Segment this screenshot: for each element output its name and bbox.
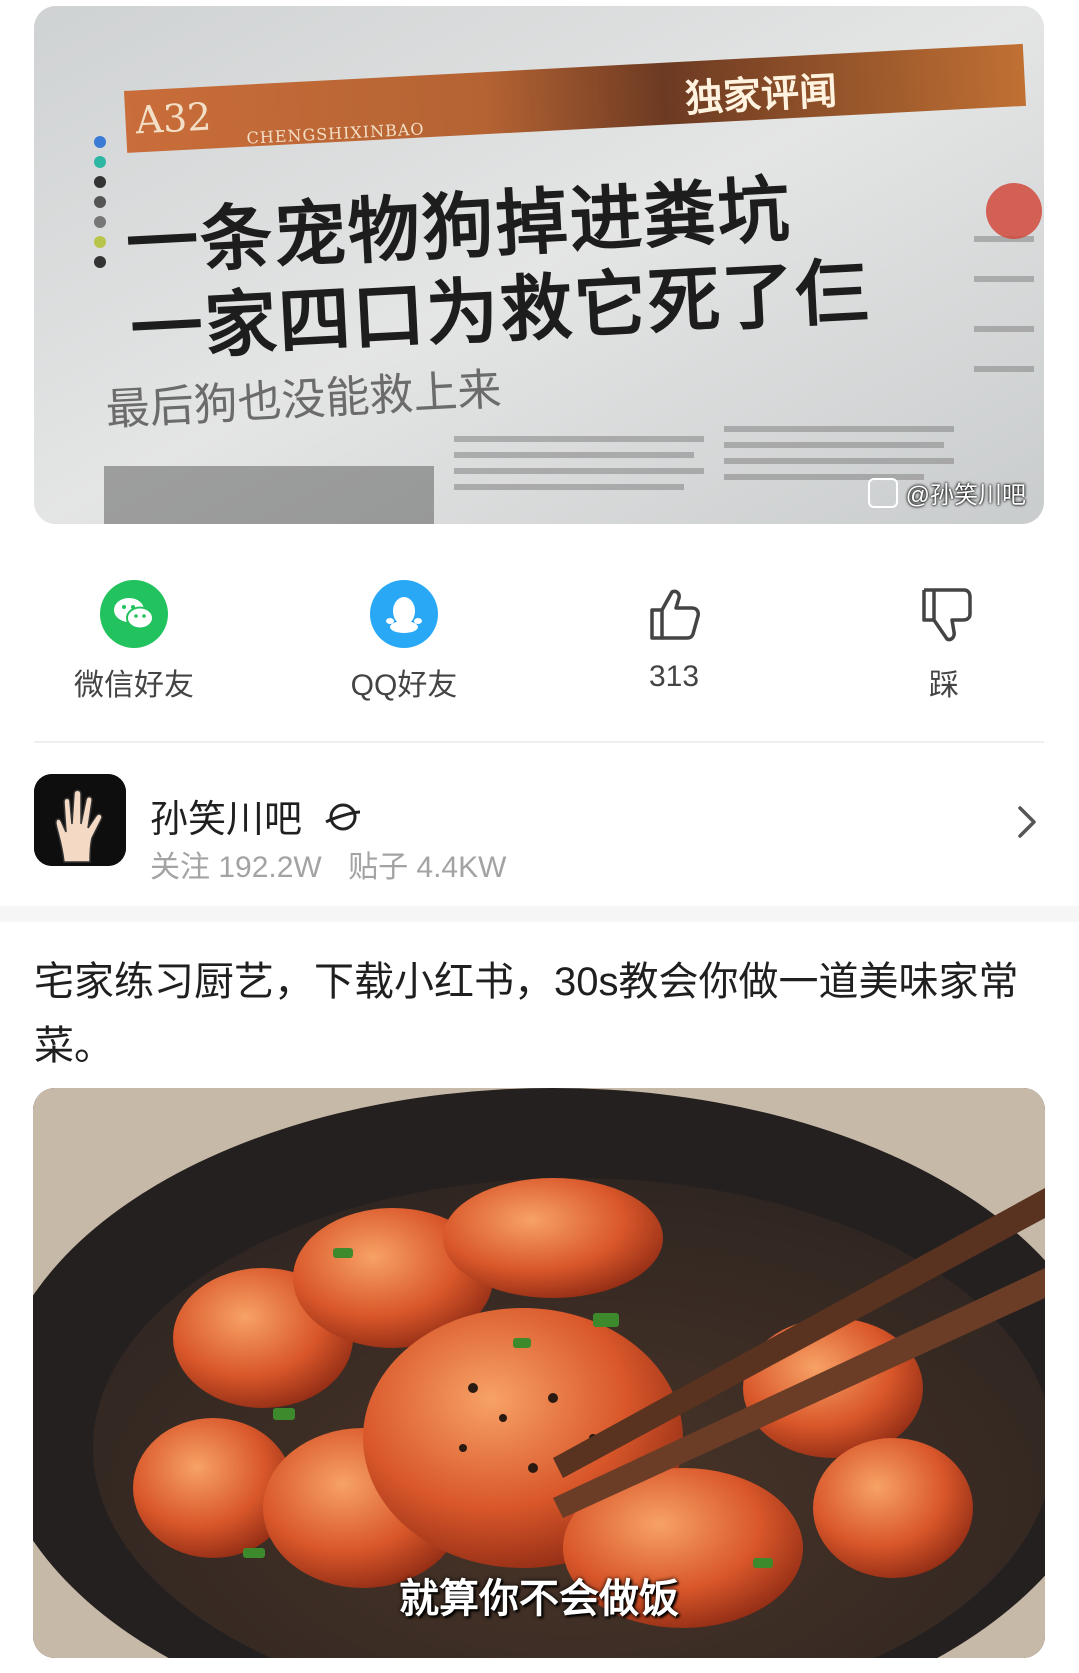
color-dots <box>94 136 108 276</box>
forum-stats: 关注 192.2W 贴子 4.4KW <box>150 842 524 886</box>
post-text: 宅家练习厨艺，下载小红书，30s教会你做一道美味家常菜。 <box>34 960 1019 1068</box>
qq-label: QQ好友 <box>350 669 458 702</box>
qq-penguin-icon <box>370 580 438 648</box>
watermark-text: @孙笑川吧 <box>905 482 1026 509</box>
section-divider <box>0 906 1079 922</box>
dislike-button[interactable]: 踩 <box>844 568 1044 704</box>
watermark-logo-icon <box>867 477 898 508</box>
thumbs-down-icon <box>910 580 978 648</box>
like-count: 313 <box>648 660 700 693</box>
wechat-icon <box>100 580 168 648</box>
forum-name-text: 孙笑川吧 <box>150 799 303 841</box>
planet-badge-icon <box>323 800 363 844</box>
forum-card[interactable]: 孙笑川吧 关注 192.2W 贴子 4.4KW <box>0 760 1079 910</box>
video-thumbnail[interactable]: 就算你不会做饭 <box>33 1088 1045 1658</box>
page-code: A32 <box>134 94 213 143</box>
video-subtitle: 就算你不会做饭 <box>399 1576 679 1622</box>
forum-name: 孙笑川吧 <box>150 788 363 844</box>
dislike-label: 踩 <box>929 669 959 702</box>
image-watermark: @孙笑川吧 <box>867 475 1026 510</box>
divider <box>34 741 1044 743</box>
wechat-label: 微信好友 <box>74 669 194 702</box>
like-button[interactable]: 313 <box>574 568 774 694</box>
forum-posts: 贴子 4.4KW <box>348 851 507 884</box>
share-qq-button[interactable]: QQ好友 <box>304 568 504 704</box>
forum-avatar[interactable] <box>34 774 126 866</box>
exclusive-tag: 独家评闻 <box>684 68 839 121</box>
share-wechat-button[interactable]: 微信好友 <box>34 568 234 704</box>
chevron-right-icon[interactable] <box>1015 804 1039 845</box>
forum-followers: 关注 192.2W <box>150 851 322 884</box>
thumbs-up-icon <box>640 580 708 648</box>
share-action-bar: 微信好友 QQ好友 313 踩 <box>0 568 1079 708</box>
newspaper-image[interactable]: A32 CHENGSHIXINBAO 独家评闻 一条宠物狗掉进粪坑 一家四口为救它… <box>34 6 1044 524</box>
